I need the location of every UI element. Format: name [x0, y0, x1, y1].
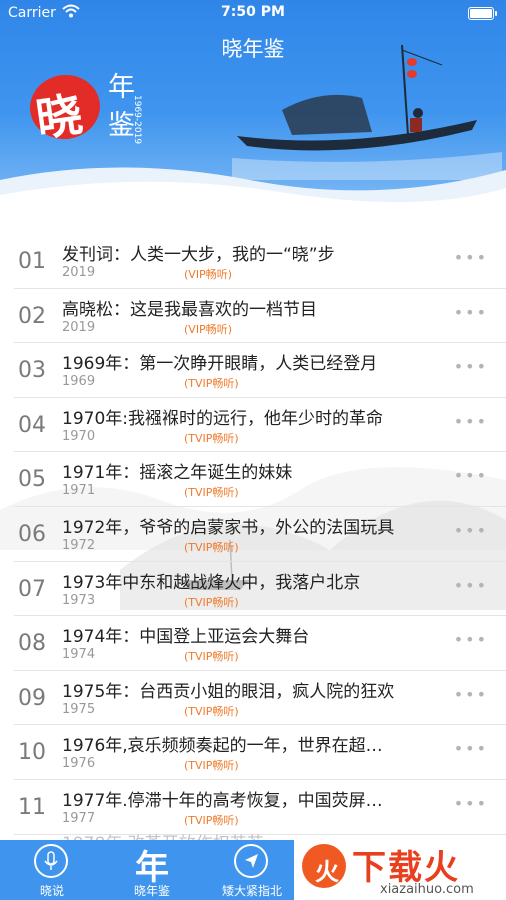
episode-row[interactable]: 11 1977年.停滞十年的高考恢复，中国荧屏… 1977 (TVIP畅听) •••: [14, 780, 506, 835]
flame-icon: 火: [302, 844, 346, 888]
episode-row[interactable]: 03 1969年：第一次睁开眼睛，人类已经登月 1969 (TVIP畅听) •••: [14, 343, 506, 398]
episode-year: 2019: [62, 265, 96, 280]
vip-badge: (TVIP畅听): [184, 540, 239, 554]
tab-label: 矮大紧指北: [221, 884, 282, 898]
episode-title: 1970年:我襁褓时的远行，他年少时的革命: [62, 408, 383, 429]
battery-icon: [468, 7, 497, 20]
more-options-icon[interactable]: •••: [454, 248, 488, 267]
more-options-icon[interactable]: •••: [454, 466, 488, 485]
episode-title: 1973年中东和越战烽火中，我落户北京: [62, 572, 361, 593]
logo-seal: 晓: [25, 70, 105, 147]
more-options-icon[interactable]: •••: [454, 576, 488, 595]
episode-row[interactable]: 09 1975年：台西贡小姐的眼泪，疯人院的狂欢 1975 (TVIP畅听) •••: [14, 671, 506, 726]
logo-years: 1969-2019: [132, 95, 142, 145]
logo-text-nian: 年: [108, 72, 135, 103]
episode-number: 03: [18, 358, 46, 384]
more-options-icon[interactable]: •••: [454, 303, 488, 322]
tab-nianjian[interactable]: 年 晓年鉴: [102, 840, 202, 900]
more-options-icon[interactable]: •••: [454, 739, 488, 758]
episode-row[interactable]: 10 1976年,哀乐频频奏起的一年，世界在超… 1976 (TVIP畅听) •••: [14, 725, 506, 780]
vip-badge: (TVIP畅听): [184, 650, 239, 664]
episode-title: 发刊词：人类一大步，我的一“晓”步: [62, 245, 335, 265]
episode-number: 01: [18, 249, 46, 274]
episode-title: 1975年：台西贡小姐的眼泪，疯人院的狂欢: [62, 681, 395, 702]
episode-number: 06: [18, 521, 46, 547]
episode-year: 1977: [62, 810, 96, 826]
vip-badge: (VIP畅听): [184, 322, 232, 336]
watermark-url: xiazaihuo.com: [380, 882, 474, 897]
episode-title: 1969年：第一次睁开眼睛，人类已经登月: [62, 354, 378, 375]
status-bar: Carrier 7:50 PM: [0, 0, 506, 26]
episode-list: 01 发刊词：人类一大步，我的一“晓”步 2019 (VIP畅听) ••• 02 高晓松：这…: [0, 234, 506, 835]
episode-title: 1976年,哀乐频频奏起的一年，世界在超…: [62, 736, 383, 757]
tab-label: 晓年鉴: [133, 884, 170, 898]
episode-row[interactable]: 08 1974年：中国登上亚运会大舞台 1974 (TVIP畅听) •••: [14, 616, 506, 671]
header-wave-decoration: [0, 167, 506, 205]
header: Carrier 7:50 PM 晓年鉴 晓 年 鉴 1969-2019: [0, 0, 506, 205]
episode-number: 10: [18, 740, 46, 766]
episode-number: 07: [18, 576, 46, 602]
episode-row[interactable]: 07 1973年中东和越战烽火中，我落户北京 1973 (TVIP畅听) •••: [14, 562, 506, 617]
tab-aidajin[interactable]: 矮大紧指北: [202, 840, 302, 900]
vip-badge: (TVIP畅听): [184, 486, 239, 500]
episode-number: 08: [18, 631, 46, 657]
more-options-icon[interactable]: •••: [454, 685, 488, 704]
clock: 7:50 PM: [221, 4, 285, 20]
logo: 晓 年 鉴 1969-2019: [25, 65, 160, 147]
episode-number: 02: [18, 303, 46, 329]
episode-row[interactable]: 05 1971年：摇滚之年诞生的妹妹 1971 (TVIP畅听) •••: [14, 452, 506, 507]
compass-arrow-icon: [234, 844, 268, 878]
more-options-icon[interactable]: •••: [454, 630, 488, 649]
episode-title: 1974年：中国登上亚运会大舞台: [62, 627, 310, 648]
vip-badge: (VIP畅听): [184, 268, 232, 281]
microphone-icon: [34, 844, 68, 878]
logo-text-jian: 鉴: [108, 110, 135, 141]
more-options-icon[interactable]: •••: [454, 357, 488, 376]
episode-year: 1975: [62, 701, 96, 717]
episode-year: 1971: [62, 483, 96, 499]
episode-year: 1969: [62, 374, 96, 390]
episode-number: 09: [18, 685, 46, 711]
episode-title: 1977年.停滞十年的高考恢复，中国荧屏…: [62, 790, 383, 811]
vip-badge: (TVIP畅听): [184, 759, 239, 773]
episode-year: 1974: [62, 647, 96, 663]
watermark-badge: 火 下载火 xiazaihuo.com: [294, 838, 506, 900]
episode-row[interactable]: 01 发刊词：人类一大步，我的一“晓”步 2019 (VIP畅听) •••: [14, 234, 506, 289]
episode-row[interactable]: 06 1972年，爷爷的启蒙家书，外公的法国玩具 1972 (TVIP畅听) •••: [14, 507, 506, 562]
episode-year: 1972: [62, 537, 96, 553]
vip-badge: (TVIP畅听): [184, 813, 239, 827]
episode-year: 1976: [62, 756, 96, 772]
vip-badge: (TVIP畅听): [184, 595, 239, 609]
more-options-icon[interactable]: •••: [454, 794, 488, 813]
vip-badge: (TVIP畅听): [184, 377, 239, 391]
episode-number: 05: [18, 467, 46, 493]
episode-title: 1971年：摇滚之年诞生的妹妹: [62, 463, 293, 484]
episode-title: 1972年，爷爷的启蒙家书，外公的法国玩具: [62, 517, 395, 538]
vip-badge: (TVIP畅听): [184, 704, 239, 718]
more-options-icon[interactable]: •••: [454, 521, 488, 540]
episode-year: 2019: [62, 319, 96, 335]
vip-badge: (TVIP畅听): [184, 431, 239, 445]
episode-year: 1973: [62, 592, 96, 608]
tab-xiaoshuo[interactable]: 晓说: [2, 840, 102, 900]
tab-label: 晓说: [39, 884, 64, 898]
episode-year: 1970: [62, 428, 96, 444]
episode-row[interactable]: 04 1970年:我襁褓时的远行，他年少时的革命 1970 (TVIP畅听) •••: [14, 398, 506, 453]
episode-number: 11: [18, 794, 46, 820]
episode-row[interactable]: 02 高晓松：这是我最喜欢的一档节目 2019 (VIP畅听) •••: [14, 289, 506, 344]
episode-number: 04: [18, 412, 46, 438]
episode-title: 高晓松：这是我最喜欢的一档节目: [62, 299, 317, 320]
more-options-icon[interactable]: •••: [454, 412, 488, 431]
